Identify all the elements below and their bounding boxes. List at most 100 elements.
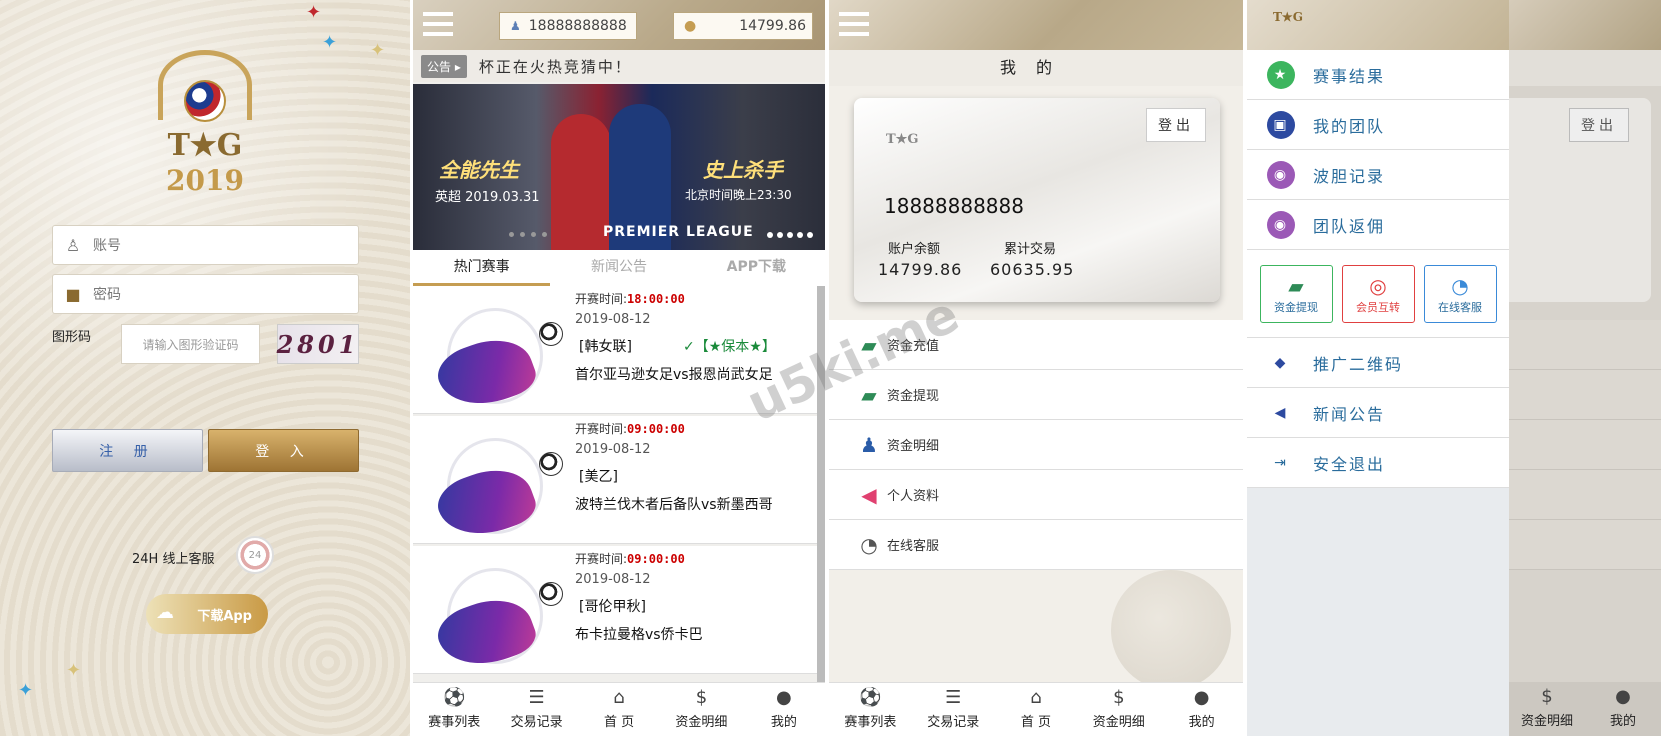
card-logo: T★G <box>886 132 919 147</box>
app-logo: T★G 2019 <box>150 40 260 200</box>
banner-pager <box>509 232 547 237</box>
side-drawer: T★G ★ 赛事结果 ▣ 我的团队 ◉ 波胆记录 ◉ 团队返佣 ▰ 资金提现 ◎ 会员互转 … <box>1247 0 1509 736</box>
tab-app-download[interactable]: APP下载 <box>688 250 825 286</box>
soccer-ball-icon: ⚽ <box>442 687 466 708</box>
nav-home[interactable]: ⌂ 首 页 <box>995 683 1078 736</box>
drawer-item-team-rebate[interactable]: ◉ 团队返佣 <box>1247 200 1509 250</box>
card-phone: 18888888888 <box>884 194 1024 218</box>
captcha-input[interactable]: 请输入图形验证码 <box>121 324 260 364</box>
account-field[interactable]: ♙ 账号 <box>52 225 359 265</box>
menu-online-service[interactable]: ◔ 在线客服 <box>829 520 1243 570</box>
person-icon: ♟ <box>860 432 878 457</box>
register-button[interactable]: 注 册 <box>52 429 203 472</box>
drawer-item-qrcode[interactable]: ◆ 推广二维码 <box>1247 338 1509 388</box>
megaphone-icon: ◀ <box>861 482 877 507</box>
side-menu-screen: 登出 $ 资金明细 ● 我的 T★G ★ 赛事结果 ▣ 我的团队 ◉ 波胆记录 ◉ 团队返佣… <box>1247 0 1661 736</box>
menu-icon[interactable] <box>839 12 869 36</box>
sparkle-icon: ✦ <box>322 32 338 53</box>
account-card: 登出 T★G 18888888888 账户余额 14799.86 累计交易 60… <box>854 98 1220 302</box>
match-item[interactable]: 开赛时间:09:00:00 2019-08-12 [哥伦甲秋] 布卡拉曼格vs侨… <box>413 546 817 679</box>
logout-button[interactable]: 登出 <box>1146 108 1206 142</box>
home-icon: ⌂ <box>1030 687 1042 708</box>
nav-fund-details[interactable]: $ 资金明细 <box>660 683 742 736</box>
balance-value: 14799.86 <box>739 18 806 34</box>
nav-trade-records[interactable]: ☰ 交易记录 <box>495 683 577 736</box>
logo-year: 2019 <box>166 164 244 197</box>
match-item[interactable]: 开赛时间:09:00:00 2019-08-12 [美乙] 波特兰伐木者后备队v… <box>413 416 817 549</box>
customer-service-icon[interactable]: 24 <box>236 536 274 574</box>
sparkle-icon: ✦ <box>66 660 82 681</box>
nav-mine: ● 我的 <box>1585 682 1661 736</box>
banner-left-title: 全能先生 <box>439 158 519 182</box>
nav-match-list[interactable]: ⚽ 赛事列表 <box>413 683 495 736</box>
download-app-button[interactable]: ☁ 下载App <box>146 594 268 634</box>
match-league: [韩女联] <box>579 339 632 355</box>
login-screen: ✦ ✦ ✦ ✦ ✦ T★G 2019 ♙ 账号 ■ 密码 图形码 请输入图形验证… <box>0 0 410 736</box>
banner-right-sub: 北京时间晚上23:30 <box>685 188 792 202</box>
player-figure <box>551 114 611 250</box>
logo-text: T★G <box>167 128 243 163</box>
notice-bar[interactable]: 公告 ▸ 杯正在火热竞猜中！ <box>413 50 825 82</box>
nav-trade-records[interactable]: ☰ 交易记录 <box>912 683 995 736</box>
captcha-image[interactable]: 2801 <box>277 324 359 364</box>
wallet-icon: ▰ <box>1288 273 1304 298</box>
soccer-ball-decoration <box>1111 570 1231 690</box>
guarantee-badge: ✓【★保本★】 <box>683 339 776 355</box>
exit-icon: ⇥ <box>1274 454 1288 471</box>
trade-label: 累计交易 <box>1004 242 1057 257</box>
drawer-item-logout[interactable]: ⇥ 安全退出 <box>1247 438 1509 488</box>
menu-profile[interactable]: ◀ 个人资料 <box>829 470 1243 520</box>
password-placeholder: 密码 <box>93 287 121 303</box>
nav-fund-details[interactable]: $ 资金明细 <box>1077 683 1160 736</box>
soccer-ball-icon: ◉ <box>1267 210 1295 239</box>
home-tabs: 热门赛事 新闻公告 APP下载 <box>413 250 825 286</box>
captcha-label: 图形码 <box>52 330 92 345</box>
drawer-item-results[interactable]: ★ 赛事结果 <box>1247 50 1509 100</box>
soccer-ball-icon: ◉ <box>1267 160 1295 189</box>
online-service-button[interactable]: ◔ 在线客服 <box>1423 264 1497 323</box>
sparkle-icon: ✦ <box>370 40 386 61</box>
dimmed-content[interactable]: 登出 <box>1509 0 1661 736</box>
bottom-nav: ⚽ 赛事列表 ☰ 交易记录 ⌂ 首 页 $ 资金明细 ● 我的 <box>829 682 1243 736</box>
tab-hot-matches[interactable]: 热门赛事 <box>413 250 551 286</box>
checklist-icon: ☰ <box>945 687 962 708</box>
match-league: [哥伦甲秋] <box>579 599 646 615</box>
banner-league: PREMIER LEAGUE <box>603 224 754 240</box>
menu-fund-details[interactable]: ♟ 资金明细 <box>829 420 1243 470</box>
banner-pager-dots[interactable] <box>767 232 813 238</box>
match-teams: 布卡拉曼格vs侨卡巴 <box>575 627 703 643</box>
drawer-item-team[interactable]: ▣ 我的团队 <box>1247 100 1509 150</box>
nav-home[interactable]: ⌂ 首 页 <box>578 683 660 736</box>
top-bar <box>829 0 1243 50</box>
banner-right-title: 史上杀手 <box>703 158 783 182</box>
user-phone: 18888888888 <box>528 18 627 34</box>
match-time: 开赛时间:18:00:00 <box>575 292 685 306</box>
soccer-ball-icon: ⚽ <box>859 687 882 708</box>
drawer-item-correct-score[interactable]: ◉ 波胆记录 <box>1247 150 1509 200</box>
user-icon: ♙ <box>65 235 81 255</box>
login-button[interactable]: 登 入 <box>208 429 359 472</box>
dimmed-bottom-nav: $ 资金明细 ● 我的 <box>1509 682 1661 736</box>
banner-left-sub: 英超 2019.03.31 <box>435 190 540 205</box>
tab-news[interactable]: 新闻公告 <box>550 250 687 286</box>
person-icon: ● <box>1193 687 1210 708</box>
service-label: 24H 线上客服 <box>132 552 215 567</box>
megaphone-icon: ◀ <box>1274 404 1288 421</box>
download-label: 下载App <box>197 608 252 624</box>
menu-icon[interactable] <box>423 12 453 36</box>
menu-withdraw[interactable]: ▰ 资金提现 <box>829 370 1243 420</box>
promo-banner[interactable]: 全能先生 英超 2019.03.31 史上杀手 北京时间晚上23:30 PREM… <box>413 84 825 250</box>
withdraw-button[interactable]: ▰ 资金提现 <box>1259 264 1333 323</box>
nav-mine[interactable]: ● 我的 <box>1160 683 1243 736</box>
top-bar: ♟ 18888888888 ● 14799.86 <box>413 0 825 50</box>
person-icon: ● <box>1615 686 1631 707</box>
soccer-player-icon <box>425 302 565 419</box>
nav-match-list[interactable]: ⚽ 赛事列表 <box>829 683 912 736</box>
password-field[interactable]: ■ 密码 <box>52 274 359 314</box>
sparkle-icon: ✦ <box>306 2 322 23</box>
drawer-item-news[interactable]: ◀ 新闻公告 <box>1247 388 1509 438</box>
dimmed-subtitle <box>1509 50 1661 86</box>
nav-mine[interactable]: ● 我的 <box>743 683 825 736</box>
member-transfer-button[interactable]: ◎ 会员互转 <box>1341 264 1415 323</box>
cloud-icon: ☁ <box>156 602 174 623</box>
